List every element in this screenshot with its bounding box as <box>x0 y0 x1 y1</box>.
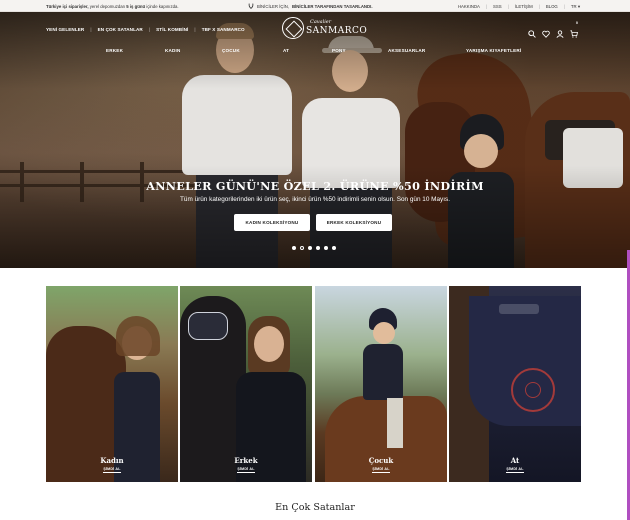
logo-brand-text: SANMARCO <box>306 26 368 36</box>
nav-tbf-collab[interactable]: TBF X SANMARCO <box>202 27 245 32</box>
tile-shop-link[interactable]: ŞİMDİ AL <box>449 467 581 473</box>
category-tile-kids[interactable]: Çocuk ŞİMDİ AL <box>315 286 447 482</box>
divider: | <box>194 27 196 32</box>
carousel-dot-active[interactable] <box>300 246 304 250</box>
divider: | <box>485 3 488 9</box>
tile-title: Erkek <box>234 456 258 465</box>
tile-shop-link-text: ŞİMDİ AL <box>372 467 390 473</box>
cart-icon[interactable]: 0 <box>570 21 578 38</box>
divider: | <box>90 27 92 32</box>
tile-shop-link[interactable]: ŞİMDİ AL <box>180 467 312 473</box>
search-icon[interactable] <box>528 25 536 38</box>
divider: | <box>507 3 509 9</box>
shipping-notice-days: 5 iş günü <box>126 3 146 9</box>
link-about[interactable]: HAKKINDA <box>458 4 480 10</box>
tagline-prefix: BİNİCİLER İÇİN, <box>257 3 289 9</box>
hero-banner: YENİ GELENLER | EN ÇOK SATANLAR | STİL K… <box>0 12 630 268</box>
language-selector[interactable]: TR ▾ <box>571 4 580 10</box>
announcement-bar: Türkiye içi siparişler, yerel depomuzdan… <box>0 0 630 12</box>
tile-title: At <box>510 456 520 465</box>
carousel-dot[interactable] <box>308 246 312 250</box>
link-contact[interactable]: İLETİŞİM <box>515 4 533 10</box>
carousel-dot[interactable] <box>292 246 296 250</box>
logo-script-text: Cavalier <box>310 19 332 25</box>
category-women[interactable]: KADIN <box>165 48 181 53</box>
tagline: BİNİCİLER İÇİN, BİNİCİLER TARAFINDAN TAS… <box>248 3 373 9</box>
shipping-notice-lead: Türkiye içi siparişler, <box>46 3 89 9</box>
category-competition[interactable]: YARIŞMA KIYAFETLERİ <box>466 48 521 53</box>
tile-title: Kadın <box>100 456 124 465</box>
tile-shop-link-text: ŞİMDİ AL <box>103 467 121 473</box>
heart-icon[interactable] <box>542 25 550 38</box>
tile-shop-link[interactable]: ŞİMDİ AL <box>46 467 178 473</box>
tile-shop-link[interactable]: ŞİMDİ AL <box>315 467 447 473</box>
men-collection-button[interactable]: ERKEK KOLEKSİYONU <box>316 214 392 231</box>
carousel-dot[interactable] <box>332 246 336 250</box>
nav-new-arrivals[interactable]: YENİ GELENLER <box>46 27 84 32</box>
utility-links: HAKKINDA | SSS | İLETİŞİM | BLOG | TR ▾ <box>458 4 580 10</box>
best-sellers-heading: En Çok Satanlar <box>275 502 355 513</box>
link-blog[interactable]: BLOG <box>546 4 558 10</box>
cart-count-badge: 0 <box>576 21 578 25</box>
shipping-notice: Türkiye içi siparişler, yerel depomuzdan… <box>46 4 179 9</box>
brand-logo[interactable]: Cavalier SANMARCO <box>282 17 367 41</box>
user-icon[interactable] <box>556 25 564 38</box>
carousel-dots <box>292 246 336 250</box>
tile-shop-link-text: ŞİMDİ AL <box>506 467 524 473</box>
hero-subtitle: Tüm ürün kategorilerinden iki ürün seç, … <box>180 196 450 203</box>
carousel-dot[interactable] <box>316 246 320 250</box>
category-kids[interactable]: ÇOCUK <box>222 48 240 53</box>
category-men[interactable]: ERKEK <box>106 48 123 53</box>
nav-style-combo[interactable]: STİL KOMBİNİ <box>156 27 188 32</box>
link-faq[interactable]: SSS <box>493 4 502 10</box>
category-tile-women[interactable]: Kadın ŞİMDİ AL <box>46 286 178 482</box>
header-icons: 0 <box>528 21 578 38</box>
category-horse[interactable]: AT <box>283 48 289 53</box>
category-menu: ERKEK KADIN ÇOCUK AT PONY AKSESUARLAR YA… <box>0 48 630 58</box>
category-pony[interactable]: PONY <box>332 48 346 53</box>
divider: | <box>148 27 151 32</box>
shipping-notice-tail: içinde kapınızda. <box>146 3 179 9</box>
tagline-bold: BİNİCİLER TARAFINDAN TASARLANDI. <box>292 3 373 9</box>
nav-best-sellers[interactable]: EN ÇOK SATANLAR <box>98 27 143 32</box>
women-collection-button[interactable]: KADIN KOLEKSİYONU <box>234 214 310 231</box>
shipping-notice-mid: yerel depomuzdan <box>89 3 126 9</box>
logo-emblem-icon <box>282 17 304 39</box>
divider: | <box>563 3 565 9</box>
tile-title: Çocuk <box>368 456 394 465</box>
category-tile-horse[interactable]: At ŞİMDİ AL <box>449 286 581 482</box>
category-accessories[interactable]: AKSESUARLAR <box>388 48 425 53</box>
divider: | <box>538 3 540 9</box>
hero-title: ANNELER GÜNÜ'NE ÖZEL 2. ÜRÜNE %50 İNDİRİ… <box>146 179 484 193</box>
header-nav: YENİ GELENLER | EN ÇOK SATANLAR | STİL K… <box>46 27 245 32</box>
category-tile-men[interactable]: Erkek ŞİMDİ AL <box>180 286 312 482</box>
tile-shop-link-text: ŞİMDİ AL <box>237 467 255 473</box>
carousel-dot[interactable] <box>324 246 328 250</box>
horseshoe-icon <box>248 3 254 9</box>
